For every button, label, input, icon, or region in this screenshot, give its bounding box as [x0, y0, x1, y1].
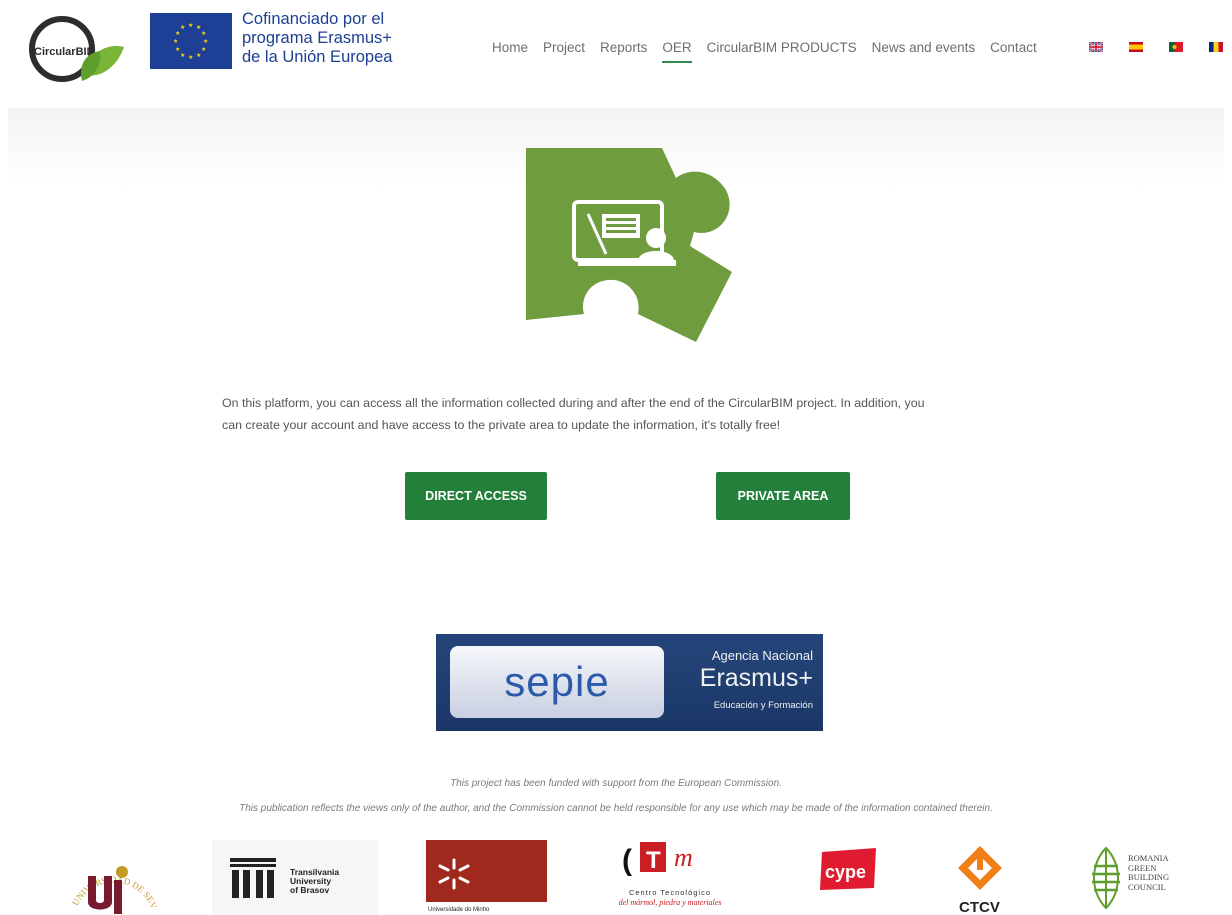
responsibility-disclaimer: This publication reflects the views only… — [239, 803, 993, 814]
eu-cofinanced-text: Cofinanciado por el programa Erasmus+ de… — [242, 10, 422, 67]
sepie-logo-text: sepie — [504, 658, 610, 705]
svg-text:★: ★ — [201, 46, 206, 53]
eu-text-line1: Cofinanciado por el — [242, 10, 385, 28]
transilvania-university-logo[interactable]: Transilvania University of Brasov — [212, 840, 378, 915]
nav-project[interactable]: Project — [543, 40, 585, 63]
language-switcher — [1089, 42, 1232, 52]
funding-disclaimer: This project has been funded with suppor… — [450, 778, 782, 789]
cype-logo[interactable]: cype — [818, 840, 880, 915]
svg-text:★: ★ — [180, 24, 185, 31]
nav-news-and-events[interactable]: News and events — [872, 40, 976, 63]
sepie-education-text: Educación y Formación — [713, 700, 813, 711]
nav-oer[interactable]: OER — [662, 40, 692, 63]
eu-text-line2: programa Erasmus+ — [242, 29, 392, 47]
partner-logos: UNIVERSIDAD DE SEVILLA Transilvania Univ… — [0, 840, 1232, 915]
nav-reports[interactable]: Reports — [600, 40, 647, 63]
svg-text:★: ★ — [188, 22, 193, 29]
svg-text:(: ( — [622, 844, 632, 876]
svg-text:m: m — [674, 843, 693, 872]
ctm-logo[interactable]: ( T m Centro Tecnológico del mármol, pie… — [600, 840, 740, 915]
intro-line1: On this platform, you can access all the… — [222, 396, 925, 410]
sevilla-logo-text: UNIVERSIDAD DE SEVILLA — [68, 840, 159, 911]
intro-text: On this platform, you can access all the… — [222, 392, 1052, 436]
ctm-line2: del mármol, piedra y materiales — [618, 898, 722, 907]
ctm-line1: Centro Tecnológico — [628, 888, 712, 897]
svg-text:UNIVERSIDAD DE SEVILLA: UNIVERSIDAD DE SEVILLA — [68, 840, 159, 911]
circularbim-logo[interactable]: CircularBIM — [26, 13, 126, 85]
oer-puzzle-icon — [526, 148, 732, 342]
ctcv-logo[interactable]: CTCV — [950, 840, 1010, 915]
cype-text: cype — [825, 862, 866, 882]
brasov-line3: of Brasov — [290, 885, 330, 895]
sepie-agency-text: Agencia Nacional — [711, 648, 813, 663]
nav-circularbim-products[interactable]: CircularBIM PRODUCTS — [707, 40, 857, 63]
spanish-flag-icon[interactable] — [1129, 42, 1143, 52]
private-area-button[interactable]: PRIVATE AREA — [716, 472, 850, 520]
svg-text:★: ★ — [175, 46, 180, 53]
svg-text:★: ★ — [175, 30, 180, 37]
romania-green-building-council-logo[interactable]: ROMANIA GREEN BUILDING COUNCIL — [1086, 840, 1186, 915]
rogbc-line4: COUNCIL — [1128, 881, 1166, 892]
svg-text:★: ★ — [203, 38, 208, 45]
svg-text:★: ★ — [180, 52, 185, 59]
main-nav: Home Project Reports OER CircularBIM PRO… — [492, 40, 1052, 63]
svg-text:★: ★ — [188, 54, 193, 61]
ctm-mark-icon: ( T m — [622, 842, 693, 876]
minho-star-icon — [438, 858, 470, 890]
nav-home[interactable]: Home — [492, 40, 528, 63]
portuguese-flag-icon[interactable] — [1169, 42, 1183, 52]
eu-text-line3: de la Unión Europea — [242, 48, 393, 66]
ctcv-text: CTCV — [959, 899, 1000, 915]
nav-contact[interactable]: Contact — [990, 40, 1037, 63]
svg-text:★: ★ — [196, 52, 201, 59]
rogbc-leaf-icon — [1092, 846, 1120, 910]
sepie-banner[interactable]: sepie Agencia Nacional Erasmus+ Educació… — [436, 634, 823, 731]
universidade-do-minho-logo[interactable]: Universidade do Minho — [426, 840, 547, 915]
universidad-de-sevilla-logo[interactable]: UNIVERSIDAD DE SEVILLA — [68, 840, 160, 915]
minho-label: Universidade do Minho — [426, 902, 547, 915]
eu-flag-icon: ★ ★ ★ ★ ★ ★ ★ ★ ★ ★ ★ ★ — [150, 13, 232, 69]
sepie-erasmus-text: Erasmus+ — [699, 664, 813, 692]
logo-text: CircularBIM — [34, 46, 96, 58]
site-header: CircularBIM ★ ★ ★ ★ ★ ★ ★ ★ ★ ★ ★ ★ Cofinanciado… — [0, 0, 1232, 108]
svg-text:T: T — [646, 847, 661, 874]
romanian-flag-icon[interactable] — [1209, 42, 1223, 52]
intro-line2: can create your account and have access … — [222, 418, 781, 432]
transilvania-columns-icon — [230, 858, 276, 898]
direct-access-button[interactable]: DIRECT ACCESS — [405, 472, 547, 520]
svg-text:★: ★ — [201, 30, 206, 37]
english-flag-icon[interactable] — [1089, 42, 1103, 52]
svg-text:★: ★ — [173, 38, 178, 45]
